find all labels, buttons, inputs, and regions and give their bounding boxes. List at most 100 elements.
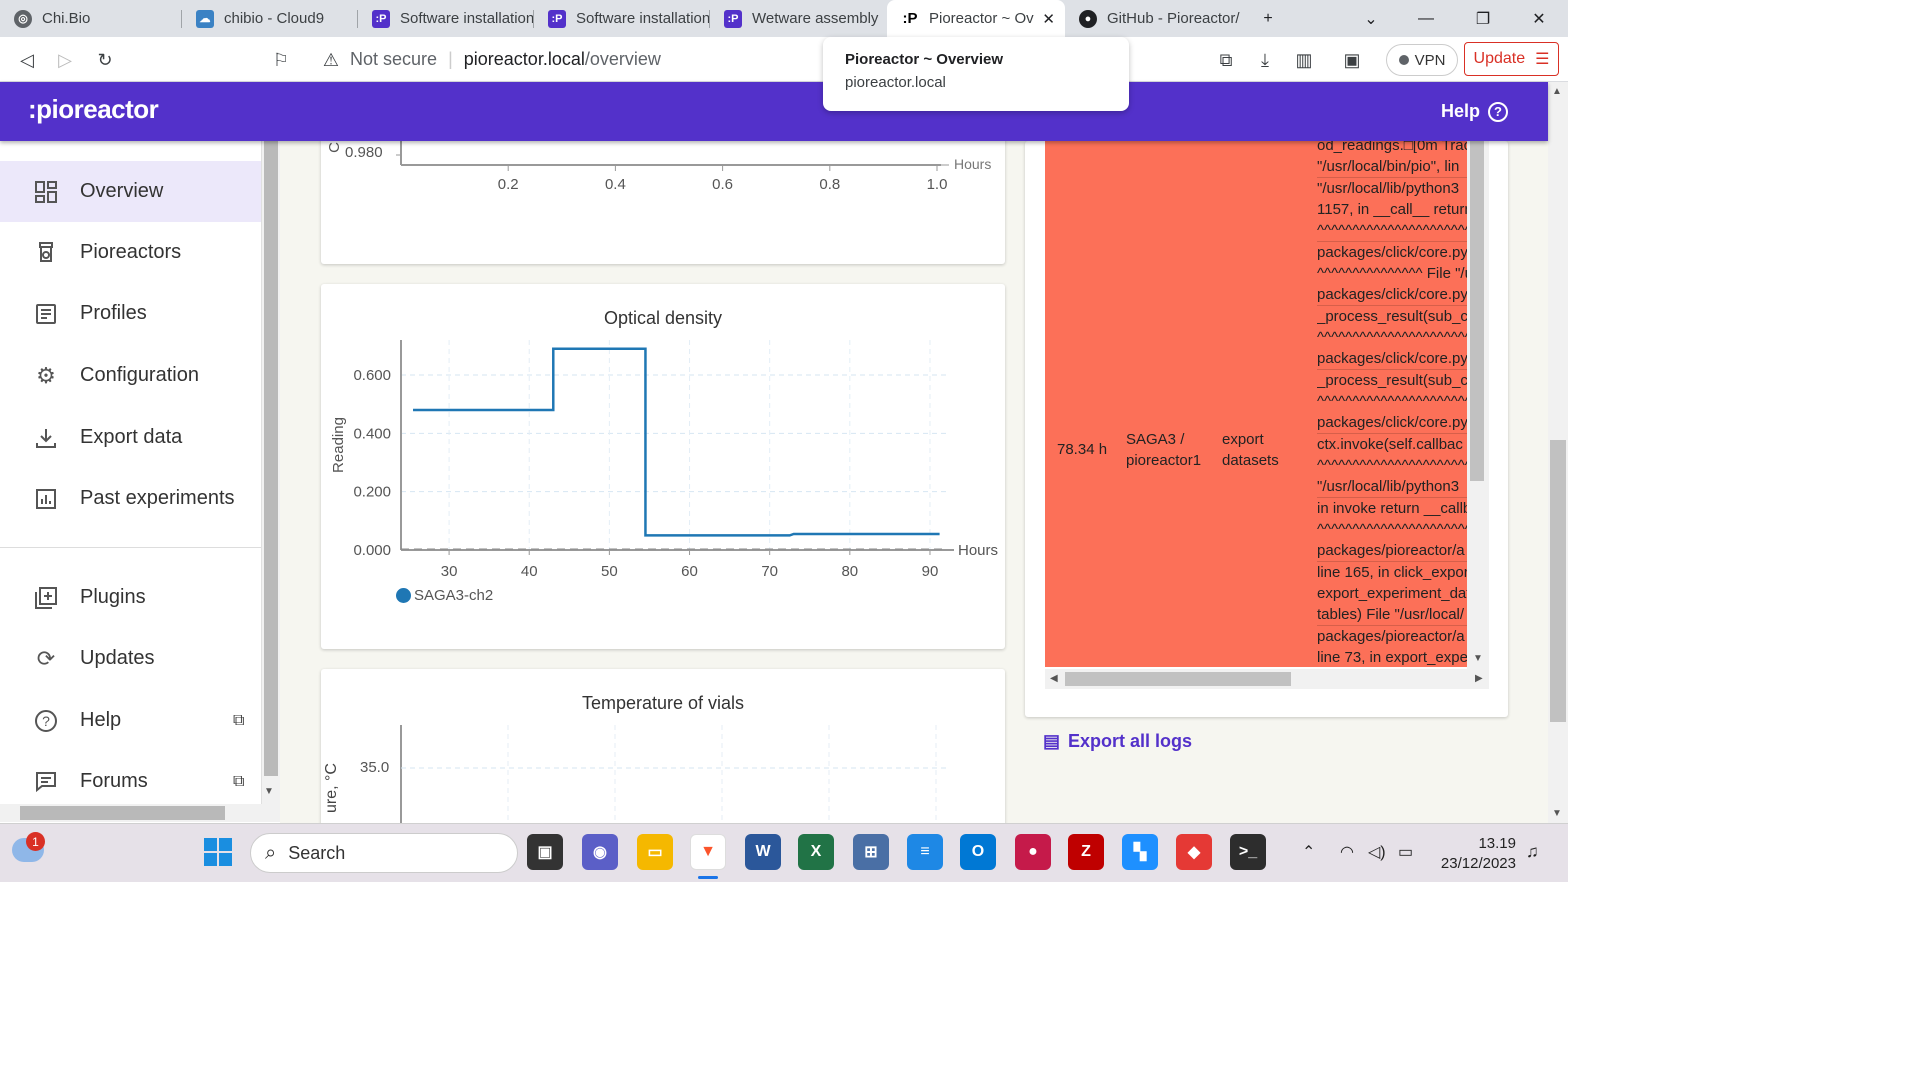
scroll-down-arrow-icon[interactable]: ▼ bbox=[264, 786, 274, 797]
start-icon[interactable] bbox=[200, 834, 236, 870]
network-app-icon[interactable]: ⊞ bbox=[853, 834, 889, 870]
pioreactor-logo[interactable]: :pioreactor bbox=[28, 94, 159, 125]
warning-icon[interactable]: ⚠ bbox=[316, 45, 346, 75]
sidebar-item-export-data[interactable]: Export data bbox=[0, 407, 261, 468]
sidebar-scrollbar-thumb[interactable] bbox=[264, 141, 278, 776]
log-table-error-row[interactable]: 78.34 h SAGA3 / pioreactor1 export datas… bbox=[1045, 141, 1467, 667]
log-message-line: ^^^^^^^^^^^^^^^^^^^^^^ bbox=[1317, 329, 1467, 346]
sidebar-item-label: Pioreactors bbox=[80, 241, 182, 263]
taskbar-search-box[interactable]: ⌕ Search bbox=[250, 833, 518, 873]
scroll-left-arrow-icon[interactable]: ◀ bbox=[1050, 673, 1058, 684]
windows-taskbar: 1 ⌕ Search ▣ ◉ ▭ ▼ W X ⊞ ≡ O ● Z ▚ ◆ >_ … bbox=[0, 823, 1568, 882]
browser-tab-strip: ◎ Chi.Bio ☁ chibio - Cloud9 :P Software … bbox=[0, 0, 1568, 37]
tooltip-title: Pioreactor ~ Overview bbox=[845, 51, 1003, 68]
address-bar[interactable]: Not secure | pioreactor.local/overview bbox=[350, 49, 661, 70]
top-chart-xunit: Hours bbox=[954, 156, 992, 172]
bookmark-icon[interactable]: ⚐ bbox=[266, 45, 296, 75]
chart-legend-item[interactable]: SAGA3-ch2 bbox=[396, 587, 493, 604]
help-circle-icon: ? bbox=[34, 709, 58, 733]
close-window-icon[interactable]: ✕ bbox=[1514, 0, 1564, 37]
sidebar-item-help[interactable]: ? Help ⧉ bbox=[0, 690, 261, 751]
sidebar-item-forums[interactable]: Forums ⧉ bbox=[0, 751, 261, 804]
new-tab-icon[interactable]: + bbox=[1243, 0, 1293, 37]
forward-icon[interactable]: ▷ bbox=[50, 45, 80, 75]
extensions-icon[interactable]: ⧉ bbox=[1211, 45, 1241, 75]
notepad-icon[interactable]: ≡ bbox=[907, 834, 943, 870]
log-message-line: ^^^^^^^^^^^^^^^^^^^^^^ bbox=[1317, 220, 1467, 242]
taskbar-clock[interactable]: 13.19 23/12/2023 bbox=[1441, 834, 1516, 874]
log-vertical-scrollbar-thumb[interactable] bbox=[1470, 141, 1484, 481]
browser-tab[interactable]: :P Wetware assembly bbox=[710, 0, 886, 37]
log-message-line: _process_result(sub_ct bbox=[1317, 372, 1467, 389]
wifi-icon[interactable]: ◠ bbox=[1340, 842, 1354, 862]
page-scrollbar-thumb[interactable] bbox=[1550, 440, 1566, 722]
update-label: Update bbox=[1473, 50, 1526, 67]
active-app-indicator bbox=[698, 876, 718, 879]
volume-icon[interactable]: ◁) bbox=[1368, 842, 1386, 862]
tab-search-chevron-icon[interactable]: ⌄ bbox=[1346, 0, 1396, 37]
help-circle-icon: ? bbox=[1488, 101, 1508, 122]
scroll-down-arrow-icon[interactable]: ▼ bbox=[1473, 653, 1483, 664]
sidebar-item-pioreactors[interactable]: Pioreactors bbox=[0, 222, 261, 283]
log-message-line: "/usr/local/lib/python3 bbox=[1317, 476, 1467, 498]
wallet-icon[interactable]: ▣ bbox=[1337, 45, 1367, 75]
sidebar-horizontal-scrollbar-thumb[interactable] bbox=[20, 806, 225, 820]
browser-tab[interactable]: ☁ chibio - Cloud9 bbox=[182, 0, 358, 37]
sidebar-item-configuration[interactable]: ⚙ Configuration bbox=[0, 345, 261, 406]
terminal-icon[interactable]: >_ bbox=[1230, 834, 1266, 870]
sidebar-item-profiles[interactable]: Profiles bbox=[0, 283, 261, 344]
help-button[interactable]: Help ? bbox=[1441, 101, 1508, 122]
word-icon[interactable]: W bbox=[745, 834, 781, 870]
update-button[interactable]: Update ☰ bbox=[1464, 42, 1559, 76]
minimize-icon[interactable]: — bbox=[1401, 0, 1451, 37]
log-unit: SAGA3 / pioreactor1 bbox=[1126, 431, 1202, 469]
tab-label: Chi.Bio bbox=[42, 10, 91, 27]
browser-tab[interactable]: :P Software installation bbox=[358, 0, 534, 37]
export-all-logs-button[interactable]: ▤ Export all logs bbox=[1043, 731, 1192, 752]
browser-tab[interactable]: ● GitHub - Pioreactor/ bbox=[1065, 0, 1241, 37]
tray-chevron-up-icon[interactable]: ⌃ bbox=[1302, 842, 1315, 862]
task-view-icon[interactable]: ▣ bbox=[527, 834, 563, 870]
brave-browser-icon[interactable]: ▼ bbox=[690, 834, 726, 870]
remote-desktop-icon[interactable]: ▚ bbox=[1122, 834, 1158, 870]
log-horizontal-scrollbar-thumb[interactable] bbox=[1065, 672, 1291, 686]
downloads-icon[interactable]: ⤓ bbox=[1250, 45, 1280, 75]
close-tab-icon[interactable]: ✕ bbox=[1042, 10, 1055, 28]
browser-tab[interactable]: :P Software installation bbox=[534, 0, 710, 37]
log-message-line: _process_result(sub_ct bbox=[1317, 308, 1467, 325]
file-explorer-icon[interactable]: ▭ bbox=[637, 834, 673, 870]
reload-icon[interactable]: ↻ bbox=[90, 45, 120, 75]
filezilla-icon[interactable]: Z bbox=[1068, 834, 1104, 870]
vpn-button[interactable]: VPN bbox=[1386, 44, 1458, 76]
sidebar-item-plugins[interactable]: Plugins bbox=[0, 567, 261, 628]
sidebar-item-updates[interactable]: ⟳ Updates bbox=[0, 628, 261, 689]
log-message-line: packages/pioreactor/a bbox=[1317, 540, 1467, 562]
sidebar-item-past-experiments[interactable]: Past experiments bbox=[0, 468, 261, 529]
back-icon[interactable]: ◁ bbox=[12, 45, 42, 75]
export-all-logs-label: Export all logs bbox=[1068, 731, 1193, 751]
log-message-line: "/usr/local/lib/python3 bbox=[1317, 180, 1460, 197]
external-link-icon: ⧉ bbox=[233, 772, 245, 790]
outlook-icon[interactable]: O bbox=[960, 834, 996, 870]
maximize-icon[interactable]: ❐ bbox=[1458, 0, 1508, 37]
excel-icon[interactable]: X bbox=[798, 834, 834, 870]
log-message-line: packages/click/core.py bbox=[1317, 244, 1467, 261]
forum-icon bbox=[34, 770, 58, 794]
sidebar-item-overview[interactable]: Overview bbox=[0, 161, 261, 222]
scroll-up-arrow-icon[interactable]: ▲ bbox=[1552, 86, 1562, 97]
scroll-down-arrow-icon[interactable]: ▼ bbox=[1552, 808, 1562, 819]
teams-chat-icon[interactable]: ◉ bbox=[582, 834, 618, 870]
search-icon: ⌕ bbox=[265, 841, 277, 864]
anydesk-icon[interactable]: ◆ bbox=[1176, 834, 1212, 870]
battery-icon[interactable]: ▭ bbox=[1398, 842, 1413, 862]
raspberry-pi-imager-icon[interactable]: ● bbox=[1015, 834, 1051, 870]
y-tick-label: 0.200 bbox=[353, 484, 391, 501]
scroll-right-arrow-icon[interactable]: ▶ bbox=[1475, 673, 1483, 684]
log-message-line: ^^^^^^^^^^^^^^^^^^^^^^ bbox=[1317, 521, 1467, 538]
browser-tab-active[interactable]: :P Pioreactor ~ Ov ✕ bbox=[887, 0, 1065, 37]
browser-tab[interactable]: ◎ Chi.Bio bbox=[0, 0, 182, 37]
bar-chart-icon bbox=[34, 487, 58, 511]
top-chart-xticks: 0.2 0.4 0.6 0.8 1.0 bbox=[321, 176, 1005, 196]
sidebar-toggle-icon[interactable]: ▥ bbox=[1289, 45, 1319, 75]
notification-bell-icon[interactable]: ♫ bbox=[1526, 842, 1539, 862]
